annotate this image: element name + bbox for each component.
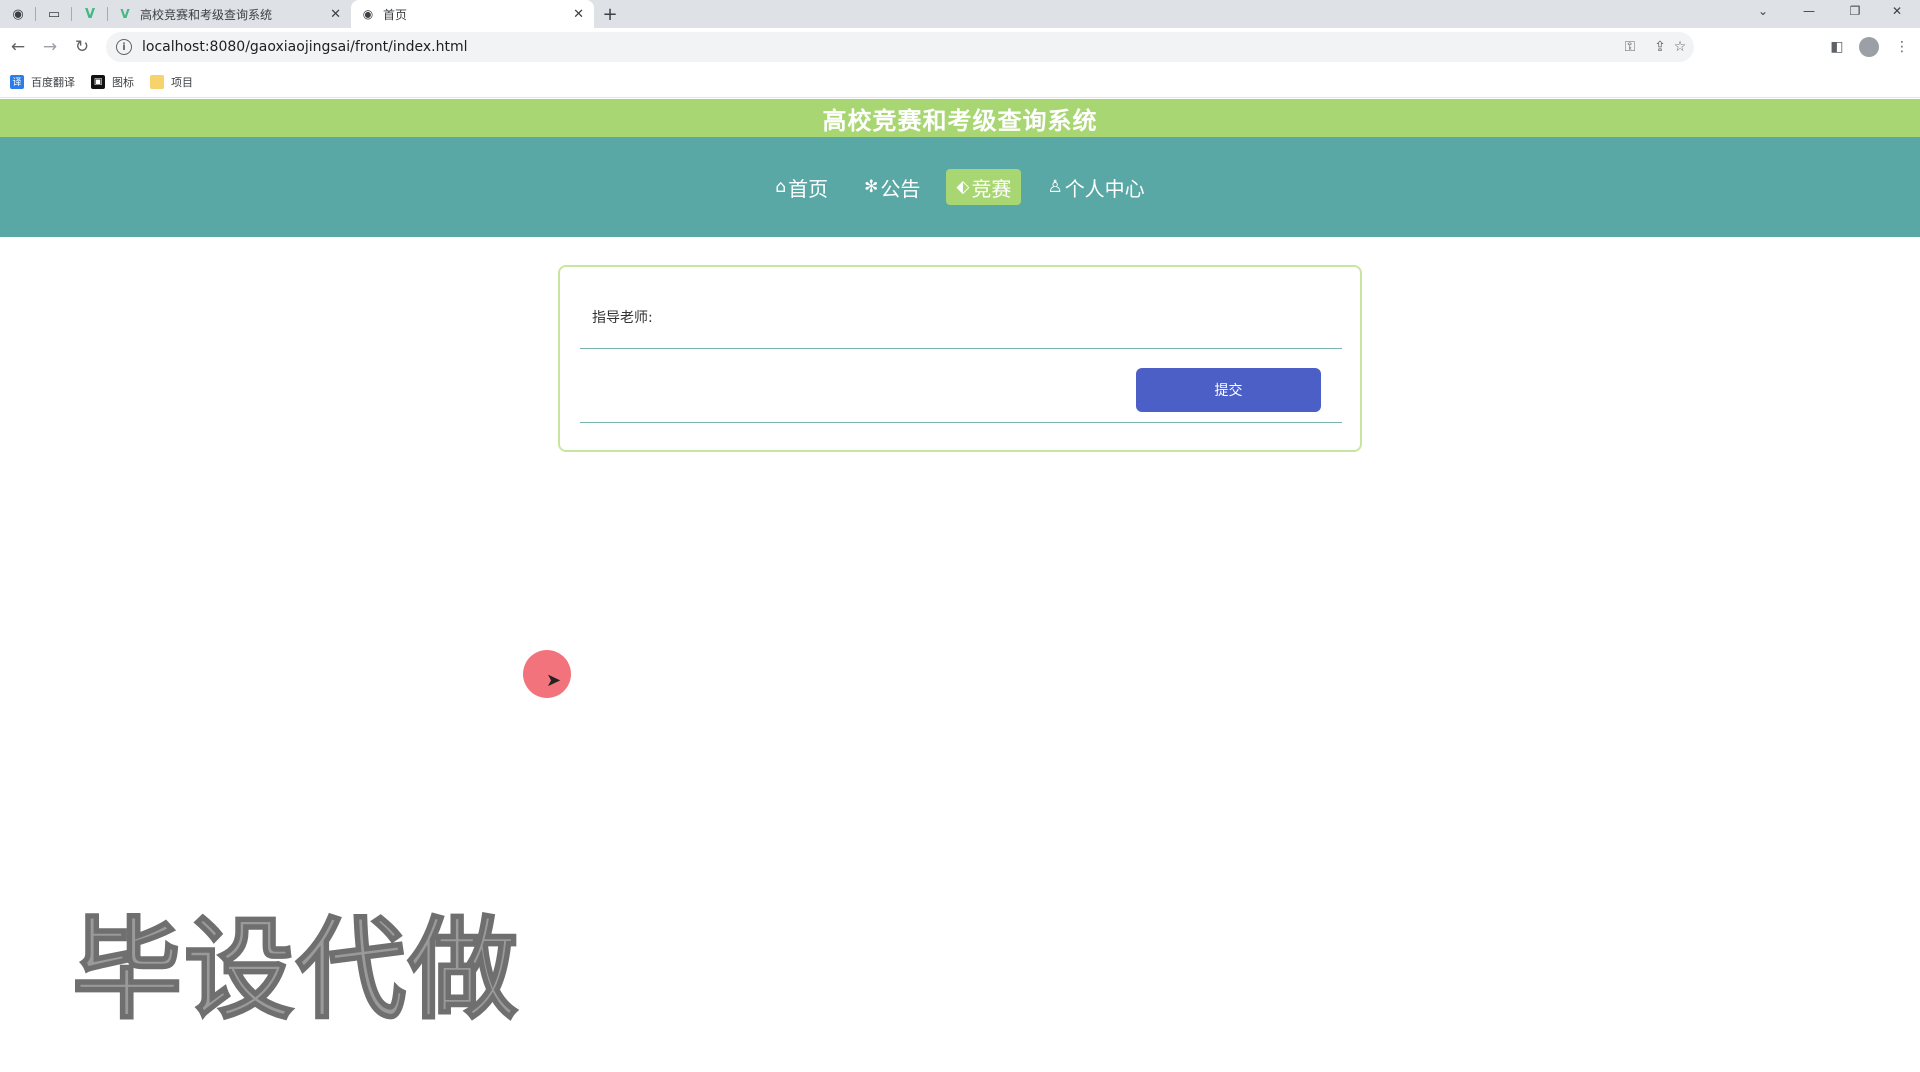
pinned-tab-blank[interactable]: ▭ — [36, 0, 72, 28]
minimize-button[interactable]: — — [1786, 0, 1832, 22]
bookmark-label: 项目 — [171, 75, 193, 89]
nav-label: 个人中心 — [1064, 176, 1145, 201]
nav-item-profile[interactable]: ♙ 个人中心 — [1037, 169, 1154, 205]
tab-title: 首页 — [383, 7, 408, 22]
restore-icon: ❐ — [1849, 4, 1861, 18]
reload-icon: ↻ — [74, 37, 90, 57]
submit-button[interactable]: 提交 — [1136, 368, 1321, 412]
kebab-menu-icon: ⋮ — [1895, 39, 1909, 55]
folder-icon — [150, 74, 164, 89]
nav-label: 首页 — [788, 176, 829, 201]
bookmark-item[interactable]: ▣ 图标 — [91, 74, 134, 90]
snowflake-icon: ✻ — [864, 177, 879, 197]
minimize-icon: — — [1803, 4, 1815, 18]
watermark: 毕设代做 — [71, 905, 520, 1035]
back-button[interactable]: ← — [2, 31, 34, 63]
arrow-left-icon: ← — [10, 37, 26, 57]
browser-tab[interactable]: V 高校竞赛和考级查询系统 ✕ — [108, 0, 351, 28]
browser-toolbar: ← → ↻ i localhost:8080/gaoxiaojingsai/fr… — [0, 28, 1920, 66]
vue-icon: V — [120, 7, 130, 21]
close-window-button[interactable]: ✕ — [1874, 0, 1920, 22]
restore-button[interactable]: ❐ — [1832, 0, 1878, 22]
browser-tabstrip: ◉ ▭ V V 高校竞赛和考级查询系统 ✕ ◉ 首页 ✕ + ⌄ — ❐ ✕ — [0, 0, 1920, 28]
form-card: 指导老师: 提交 — [558, 265, 1362, 452]
globe-icon: ◉ — [362, 7, 374, 21]
pinned-tab-vue[interactable]: V — [72, 0, 108, 28]
browser-tab-active[interactable]: ◉ 首页 ✕ — [351, 0, 594, 28]
nav-label: 公告 — [880, 176, 921, 201]
site-title: 高校竞赛和考级查询系统 — [822, 106, 1098, 135]
main-nav: ⌂ 首页 ✻ 公告 ⬖ 竞赛 ♙ 个人中心 — [0, 137, 1920, 237]
teacher-field[interactable]: 指导老师: — [580, 285, 1342, 349]
vue-icon: V — [84, 6, 96, 22]
new-tab-button[interactable]: + — [594, 0, 626, 28]
close-icon: ✕ — [1891, 4, 1903, 18]
pinned-tab-globe[interactable]: ◉ — [0, 0, 36, 28]
bookmark-label: 百度翻译 — [31, 75, 75, 89]
user-icon: ♙ — [1047, 177, 1063, 197]
teacher-label: 指导老师: — [592, 309, 653, 326]
translate-icon: 译 — [10, 74, 24, 89]
bookmark-item[interactable]: 项目 — [150, 74, 193, 90]
tag-icon: ⬖ — [956, 177, 970, 197]
profile-button[interactable] — [1853, 31, 1885, 63]
tab-title: 高校竞赛和考级查询系统 — [140, 7, 273, 22]
tab-search-button[interactable]: ⌄ — [1740, 0, 1786, 22]
reload-button[interactable]: ↻ — [66, 31, 98, 63]
forward-button[interactable]: → — [34, 31, 66, 63]
arrow-right-icon: → — [42, 37, 58, 57]
nav-label: 竞赛 — [971, 176, 1012, 201]
star-icon[interactable]: ☆ — [1666, 32, 1694, 62]
bookmark-label: 图标 — [112, 75, 134, 89]
avatar — [1859, 37, 1879, 57]
url-text[interactable]: localhost:8080/gaoxiaojingsai/front/inde… — [142, 39, 468, 55]
chevron-down-icon: ⌄ — [1757, 4, 1769, 18]
side-panel-button[interactable]: ◧ — [1821, 31, 1853, 63]
info-icon[interactable]: i — [116, 39, 132, 55]
plus-icon: + — [602, 3, 618, 25]
site-title-bar: 高校竞赛和考级查询系统 — [0, 99, 1920, 137]
blank-page-icon: ▭ — [47, 6, 61, 22]
cursor-icon: ➤ — [546, 670, 562, 691]
nav-item-home[interactable]: ⌂ 首页 — [765, 169, 838, 205]
bookmarks-bar: 译 百度翻译 ▣ 图标 项目 — [0, 66, 1920, 98]
image-icon: ▣ — [91, 74, 105, 89]
close-icon[interactable]: ✕ — [573, 7, 584, 22]
home-icon: ⌂ — [775, 177, 787, 197]
close-icon[interactable]: ✕ — [330, 7, 341, 22]
nav-item-competition[interactable]: ⬖ 竞赛 — [946, 169, 1022, 205]
globe-icon: ◉ — [12, 6, 24, 22]
address-bar[interactable]: i localhost:8080/gaoxiaojingsai/front/in… — [106, 32, 1694, 62]
bookmark-item[interactable]: 译 百度翻译 — [10, 74, 75, 90]
key-icon[interactable]: ⚿ — [1616, 32, 1644, 62]
nav-item-notice[interactable]: ✻ 公告 — [854, 169, 930, 205]
submit-row: 提交 — [580, 349, 1342, 423]
side-panel-icon: ◧ — [1830, 39, 1844, 55]
menu-button[interactable]: ⋮ — [1886, 31, 1918, 63]
